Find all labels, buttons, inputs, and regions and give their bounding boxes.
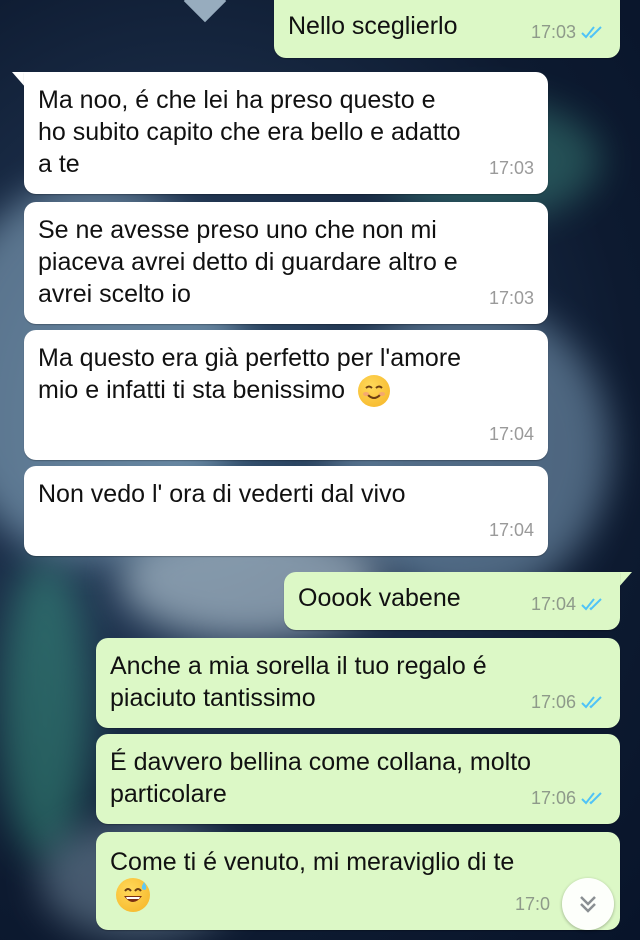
message-text: Ma questo era già perfetto per l'amore m…: [38, 344, 462, 404]
message-time: 17:04: [488, 424, 534, 444]
message-bubble-outgoing[interactable]: Come ti é venuto, mi meraviglio di te 17…: [96, 832, 620, 930]
scroll-to-bottom-button[interactable]: [562, 878, 614, 930]
double-check-icon: [581, 792, 602, 805]
message-bubble-incoming[interactable]: Non vedo l' ora di vederti dal vivo 17:0…: [24, 466, 548, 556]
message-time: 17:0: [514, 894, 550, 914]
message-text: Non vedo l' ora di vederti dal vivo: [38, 480, 406, 508]
message-bubble-incoming[interactable]: Ma noo, é che lei ha preso questo e ho s…: [24, 72, 548, 194]
smiling-face-icon: [358, 375, 391, 408]
message-text: É davvero bellina come collana, molto pa…: [110, 748, 532, 808]
message-bubble-outgoing[interactable]: Ooook vabene 17:04: [284, 572, 620, 630]
message-time: 17:06: [530, 692, 576, 712]
message-bubble-outgoing[interactable]: Anche a mia sorella il tuo regalo é piac…: [96, 638, 620, 728]
message-text: Anche a mia sorella il tuo regalo é piac…: [110, 652, 487, 712]
message-text: Come ti é venuto, mi meraviglio di te: [110, 848, 515, 876]
message-time: 17:06: [530, 788, 576, 808]
double-check-icon: [581, 26, 602, 39]
bubble-tail: [618, 572, 632, 588]
message-time: 17:04: [488, 520, 534, 540]
message-time: 17:03: [488, 288, 534, 308]
double-check-icon: [581, 598, 602, 611]
message-time: 17:03: [530, 22, 576, 42]
message-time: 17:04: [530, 594, 576, 614]
message-text: Se ne avesse preso uno che non mi piacev…: [38, 216, 458, 308]
message-bubble-outgoing[interactable]: Nello sceglierlo 17:03: [274, 0, 620, 58]
message-bubble-incoming[interactable]: Se ne avesse preso uno che non mi piacev…: [24, 202, 548, 324]
message-bubble-outgoing[interactable]: É davvero bellina come collana, molto pa…: [96, 734, 620, 824]
chevron-double-down-icon: [580, 896, 596, 913]
message-text: Ooook vabene: [298, 584, 461, 612]
grinning-sweat-icon: [116, 878, 150, 913]
message-text: Nello sceglierlo: [288, 12, 458, 40]
double-check-icon: [581, 696, 602, 709]
message-text: Ma noo, é che lei ha preso questo e ho s…: [38, 86, 461, 178]
message-time: 17:03: [488, 158, 534, 178]
message-bubble-incoming[interactable]: Ma questo era già perfetto per l'amore m…: [24, 330, 548, 460]
